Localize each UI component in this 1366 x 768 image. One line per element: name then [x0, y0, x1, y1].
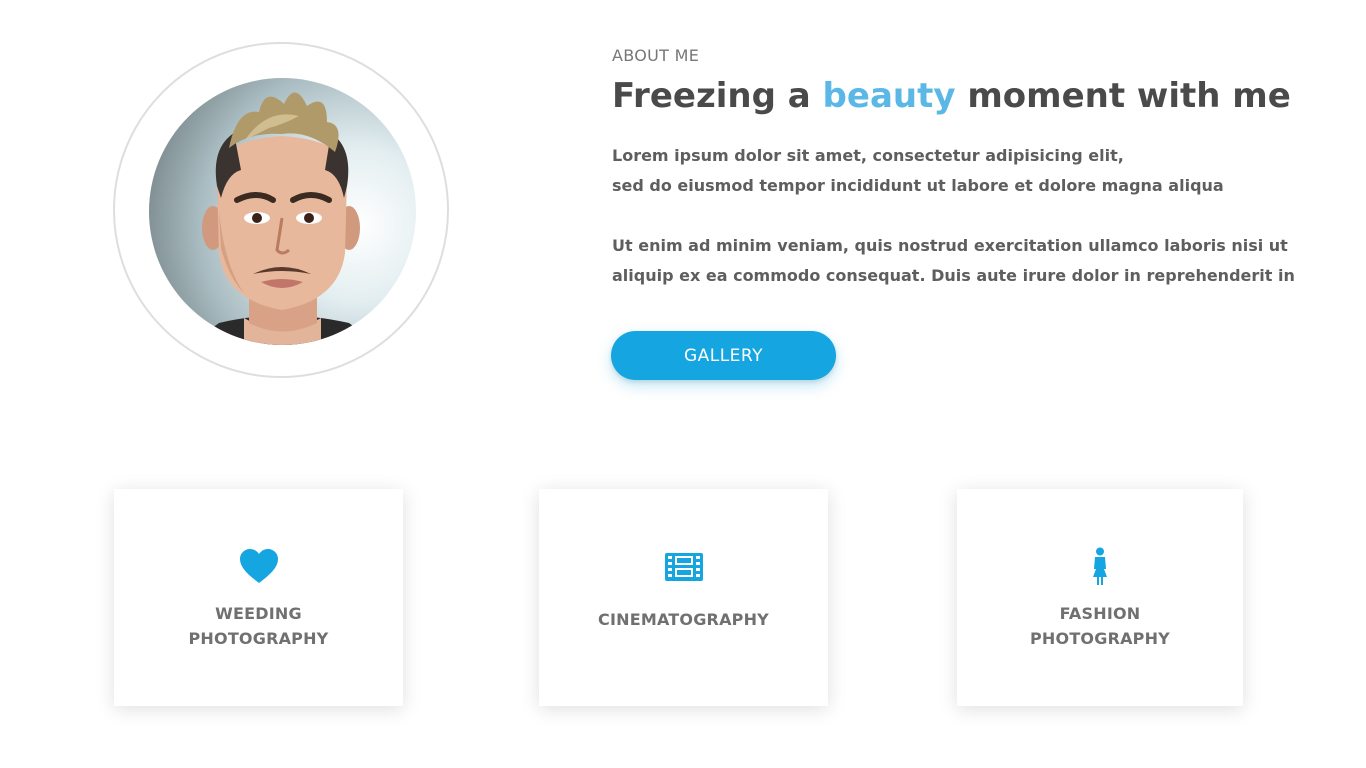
- headline-accent-word: beauty: [822, 76, 956, 116]
- paragraph-line: Lorem ipsum dolor sit amet, consectetur …: [612, 146, 1124, 165]
- about-section: ABOUT ME Freezing a beauty moment with m…: [0, 0, 1366, 768]
- service-card-wedding[interactable]: WEEDING PHOTOGRAPHY: [114, 489, 403, 706]
- service-title-line: WEEDING: [215, 604, 302, 623]
- service-title-line: PHOTOGRAPHY: [188, 629, 329, 648]
- service-title-line: FASHION: [1059, 604, 1141, 623]
- paragraph-line: Ut enim ad minim veniam, quis nostrud ex…: [612, 236, 1288, 255]
- service-title-line: PHOTOGRAPHY: [1030, 629, 1170, 648]
- service-card-fashion[interactable]: FASHION PHOTOGRAPHY: [957, 489, 1243, 706]
- film-icon: [664, 547, 704, 587]
- paragraph-line: aliquip ex ea commodo consequat. Duis au…: [612, 266, 1295, 285]
- headline-start: Freezing a: [612, 76, 823, 116]
- headline-end: moment with me: [955, 76, 1291, 116]
- gallery-button[interactable]: GALLERY: [611, 331, 836, 380]
- paragraph-line: sed do eiusmod tempor incididunt ut labo…: [612, 176, 1224, 195]
- service-card-title: FASHION PHOTOGRAPHY: [957, 601, 1243, 651]
- female-icon: [1080, 547, 1120, 587]
- detail-paragraph: Ut enim ad minim veniam, quis nostrud ex…: [612, 231, 1295, 291]
- service-card-title: WEEDING PHOTOGRAPHY: [114, 601, 403, 651]
- heart-icon: [239, 547, 279, 587]
- service-title-line: CINEMATOGRAPHY: [598, 610, 769, 629]
- section-eyebrow: ABOUT ME: [612, 46, 700, 65]
- page-title: Freezing a beauty moment with me: [612, 72, 1291, 120]
- portrait-illustration: [189, 92, 379, 345]
- avatar: [149, 78, 416, 345]
- intro-paragraph: Lorem ipsum dolor sit amet, consectetur …: [612, 141, 1224, 201]
- service-card-title: CINEMATOGRAPHY: [539, 607, 828, 632]
- service-card-cinematography[interactable]: CINEMATOGRAPHY: [539, 489, 828, 706]
